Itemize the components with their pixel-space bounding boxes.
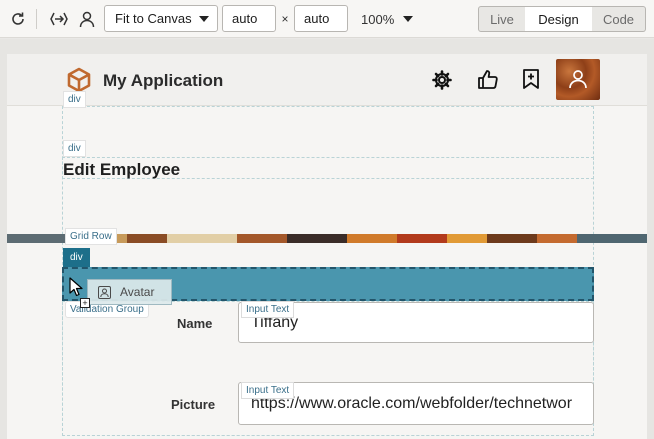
name-label: Name xyxy=(177,316,213,331)
input-text-tag[interactable]: Input Text xyxy=(241,382,295,399)
div-tag-selected[interactable]: div xyxy=(63,248,90,267)
zoom-value: 100% xyxy=(361,11,395,27)
app-header: My Application xyxy=(7,54,647,106)
height-value: auto xyxy=(304,11,330,26)
input-text-tag[interactable]: Input Text xyxy=(241,301,295,318)
grid-row-tag[interactable]: Grid Row xyxy=(65,228,117,245)
person-icon xyxy=(569,70,587,89)
avatar-icon xyxy=(98,285,111,299)
design-canvas: My Application div div Edit Employee Gri… xyxy=(0,39,654,439)
drag-avatar-ghost[interactable]: Avatar xyxy=(87,279,172,305)
app-title: My Application xyxy=(103,71,224,90)
mode-code-button[interactable]: Code xyxy=(592,6,646,32)
zoom-select[interactable]: 100% xyxy=(356,8,416,30)
toolbar-divider xyxy=(36,9,37,29)
drag-cursor-icon xyxy=(69,277,85,299)
bookmark-add-icon[interactable] xyxy=(521,68,541,90)
app-logo-icon xyxy=(66,67,92,93)
thumbs-up-icon[interactable] xyxy=(477,68,499,90)
picture-input-value: https://www.oracle.com/webfolder/technet… xyxy=(251,394,573,412)
fit-select[interactable]: Fit to Canvas xyxy=(104,5,218,32)
div-tag[interactable]: div xyxy=(63,140,86,157)
chevron-down-icon xyxy=(199,16,209,22)
height-input[interactable]: auto xyxy=(294,5,348,32)
mode-code-label: Code xyxy=(602,11,635,27)
page-heading: Edit Employee xyxy=(63,160,181,179)
picture-label: Picture xyxy=(171,397,216,412)
refresh-icon[interactable] xyxy=(8,9,28,29)
page-preview: My Application div div Edit Employee Gri… xyxy=(7,54,647,439)
designer-toolbar: Fit to Canvas auto × auto 100% Live Desi… xyxy=(0,0,654,38)
mode-live-label: Live xyxy=(490,11,514,27)
div-tag[interactable]: div xyxy=(63,91,86,108)
mode-live-button[interactable]: Live xyxy=(478,6,526,32)
settings-gear-icon[interactable] xyxy=(431,69,453,91)
drag-plus-icon: + xyxy=(80,298,90,308)
chevron-down-icon xyxy=(403,16,413,22)
width-input[interactable]: auto xyxy=(222,5,276,32)
drag-item-label: Avatar xyxy=(120,285,155,299)
fit-select-value: Fit to Canvas xyxy=(115,11,192,26)
mode-design-label: Design xyxy=(538,11,579,27)
horizontal-resize-icon[interactable] xyxy=(47,9,71,29)
width-value: auto xyxy=(232,11,258,26)
user-icon[interactable] xyxy=(76,9,98,29)
mode-design-button[interactable]: Design xyxy=(525,6,593,32)
user-avatar[interactable] xyxy=(556,59,600,100)
times-symbol: × xyxy=(281,12,289,26)
